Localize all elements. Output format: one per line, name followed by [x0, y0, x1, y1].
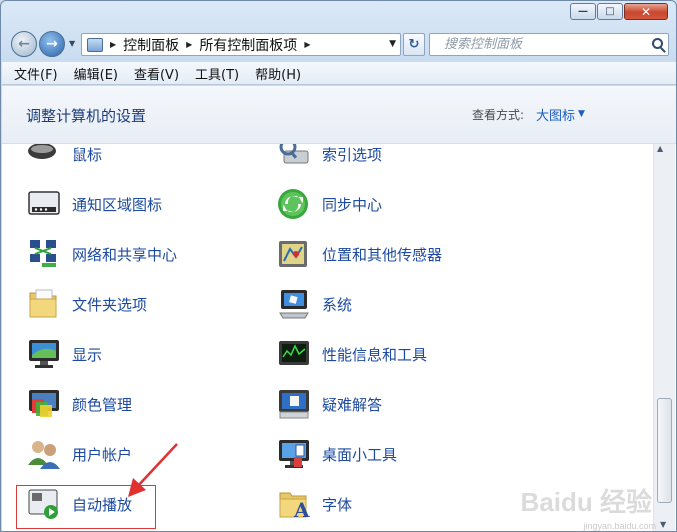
- user-accounts-icon: [26, 437, 62, 471]
- item-fonts[interactable]: A 字体: [276, 484, 352, 524]
- item-display[interactable]: 显示: [26, 334, 102, 374]
- minimize-icon: —: [578, 5, 588, 17]
- item-sync-center[interactable]: 同步中心: [276, 184, 382, 224]
- network-icon: [26, 237, 62, 271]
- back-arrow-icon: ←: [18, 36, 30, 52]
- item-label: 通知区域图标: [72, 195, 163, 214]
- notification-area-icon: [26, 187, 62, 221]
- breadcrumb-separator-icon[interactable]: ▶: [304, 40, 310, 49]
- item-label: 颜色管理: [72, 395, 133, 414]
- troubleshooting-icon: [276, 387, 312, 421]
- breadcrumb-separator-icon[interactable]: ▶: [110, 40, 116, 49]
- control-panel-icon: [87, 37, 103, 52]
- menu-help[interactable]: 帮助(H): [255, 64, 301, 83]
- location-sensor-icon: [276, 237, 312, 271]
- search-input[interactable]: [430, 34, 640, 55]
- address-bar[interactable]: ▶ 控制面板 ▶ 所有控制面板项 ▶ ▼: [81, 33, 401, 56]
- navigation-bar: ← → ▼ ▶ 控制面板 ▶ 所有控制面板项 ▶ ▼ ↻: [9, 31, 669, 59]
- breadcrumb-all-items[interactable]: 所有控制面板项: [199, 35, 297, 55]
- item-label: 疑难解答: [322, 395, 383, 414]
- caption-buttons: — □ ✕: [570, 3, 668, 20]
- desktop-gadgets-icon: [276, 437, 312, 471]
- item-mouse[interactable]: 鼠标: [26, 144, 102, 174]
- item-label: 桌面小工具: [322, 445, 398, 464]
- address-dropdown-icon[interactable]: ▼: [389, 39, 396, 49]
- color-management-icon: [26, 387, 62, 421]
- indexing-icon: [276, 144, 312, 171]
- items-grid: 鼠标 通知区域图标 网络和共享中心 文件夹选项 显示 颜色管理 用户帐户 自动播…: [2, 144, 652, 531]
- item-troubleshooting[interactable]: 疑难解答: [276, 384, 382, 424]
- svg-text:A: A: [293, 498, 310, 521]
- item-indexing-options[interactable]: 索引选项: [276, 144, 382, 174]
- item-performance-tools[interactable]: 性能信息和工具: [276, 334, 427, 374]
- maximize-button[interactable]: □: [597, 3, 623, 20]
- item-color-management[interactable]: 颜色管理: [26, 384, 132, 424]
- item-network-sharing-center[interactable]: 网络和共享中心: [26, 234, 177, 274]
- item-location-sensors[interactable]: 位置和其他传感器: [276, 234, 442, 274]
- search-icon[interactable]: [652, 38, 663, 49]
- item-user-accounts[interactable]: 用户帐户: [26, 434, 132, 474]
- close-button[interactable]: ✕: [624, 3, 668, 20]
- control-panel-window: — □ ✕ ← → ▼ ▶ 控制面板 ▶ 所有控制面板项 ▶ ▼ ↻ 文件(F)…: [0, 0, 677, 532]
- fonts-icon: A: [276, 487, 312, 522]
- content-area: 调整计算机的设置 查看方式: 大图标 ▼ 鼠标 通知区域图标 网络和共享中心 文…: [2, 86, 676, 531]
- vertical-scrollbar[interactable]: ▲ ▼: [653, 144, 675, 531]
- forward-arrow-icon: →: [46, 36, 58, 52]
- sync-center-icon: [276, 187, 312, 221]
- item-label: 位置和其他传感器: [322, 245, 443, 264]
- menu-file[interactable]: 文件(F): [14, 64, 58, 83]
- back-button[interactable]: ←: [11, 31, 37, 57]
- item-label: 文件夹选项: [72, 295, 148, 314]
- maximize-icon: □: [605, 5, 615, 17]
- recent-pages-dropdown[interactable]: ▼: [69, 39, 75, 48]
- scroll-down-icon[interactable]: ▼: [660, 520, 666, 529]
- menu-bar: 文件(F) 编辑(E) 查看(V) 工具(T) 帮助(H): [2, 62, 676, 85]
- item-system[interactable]: 系统: [276, 284, 352, 324]
- minimize-button[interactable]: —: [570, 3, 596, 20]
- menu-edit[interactable]: 编辑(E): [74, 64, 118, 83]
- item-label: 显示: [72, 345, 103, 364]
- scroll-up-icon[interactable]: ▲: [657, 144, 663, 153]
- item-folder-options[interactable]: 文件夹选项: [26, 284, 147, 324]
- item-desktop-gadgets[interactable]: 桌面小工具: [276, 434, 397, 474]
- performance-icon: [276, 337, 312, 371]
- watermark-url: jingyan.baidu.com: [583, 521, 656, 531]
- view-by-dropdown[interactable]: 大图标: [536, 105, 575, 124]
- page-title: 调整计算机的设置: [26, 107, 147, 125]
- menu-tools[interactable]: 工具(T): [195, 64, 239, 83]
- annotation-arrow-icon: [128, 443, 178, 497]
- refresh-button[interactable]: ↻: [403, 33, 425, 56]
- close-icon: ✕: [640, 4, 652, 19]
- breadcrumb-separator-icon[interactable]: ▶: [186, 40, 192, 49]
- item-label: 字体: [322, 495, 353, 514]
- watermark: Baidu 经验: [520, 487, 652, 517]
- item-label: 网络和共享中心: [72, 245, 178, 264]
- item-label: 同步中心: [322, 195, 383, 214]
- item-label: 性能信息和工具: [322, 345, 428, 364]
- item-label: 索引选项: [322, 145, 383, 164]
- refresh-icon: ↻: [408, 37, 420, 52]
- item-label: 鼠标: [72, 145, 103, 164]
- content-header: 调整计算机的设置 查看方式: 大图标 ▼: [2, 86, 676, 144]
- forward-button[interactable]: →: [39, 31, 65, 57]
- system-icon: [276, 287, 312, 321]
- view-by-label: 查看方式:: [472, 108, 525, 122]
- item-label: 系统: [322, 295, 353, 314]
- display-icon: [26, 337, 62, 371]
- item-notification-area-icons[interactable]: 通知区域图标: [26, 184, 162, 224]
- search-box: [429, 33, 669, 56]
- scrollbar-thumb[interactable]: [657, 398, 672, 503]
- breadcrumb-control-panel[interactable]: 控制面板: [123, 35, 179, 55]
- menu-view[interactable]: 查看(V): [134, 64, 179, 83]
- view-dropdown-arrow-icon[interactable]: ▼: [578, 109, 585, 119]
- folder-options-icon: [26, 287, 62, 321]
- mouse-icon: [26, 144, 62, 171]
